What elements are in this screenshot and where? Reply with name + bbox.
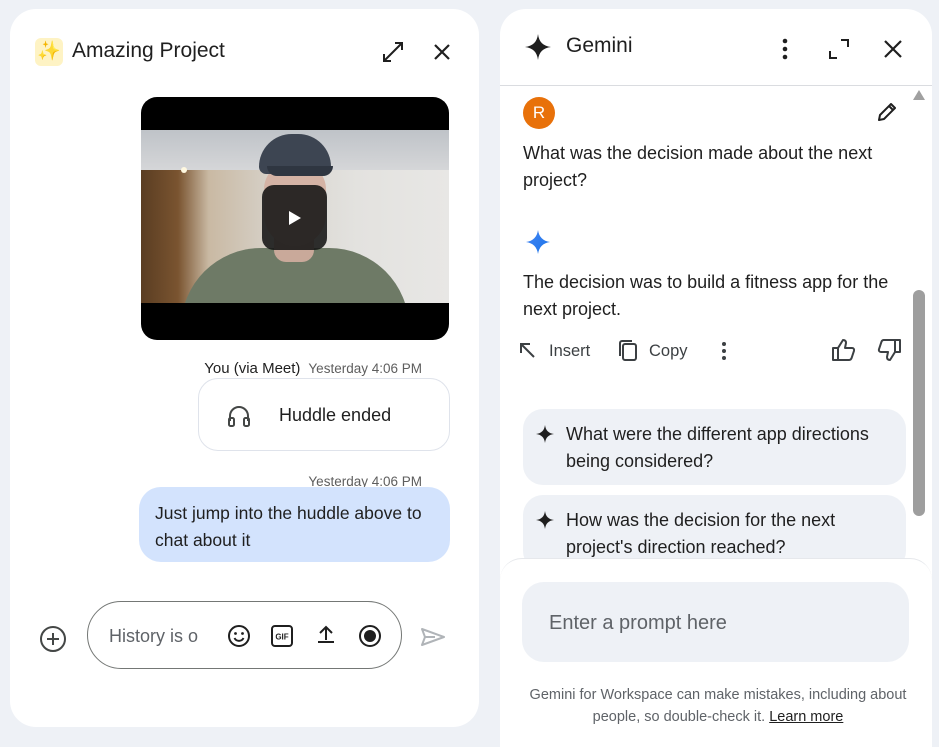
header-divider: [500, 85, 932, 86]
send-icon[interactable]: [418, 622, 448, 652]
gemini-response: The decision was to build a fitness app …: [523, 272, 889, 319]
expand-icon[interactable]: [378, 37, 408, 67]
sender-name: You (via Meet): [204, 360, 301, 377]
gif-icon[interactable]: GIF: [269, 623, 295, 649]
video-message[interactable]: [141, 97, 449, 340]
suggestion-chip[interactable]: What were the different app directions b…: [523, 409, 906, 485]
gemini-panel: Gemini R What was the decision made abou…: [500, 9, 932, 747]
record-icon[interactable]: [357, 623, 383, 649]
scroll-up-icon[interactable]: [913, 90, 925, 100]
copy-button[interactable]: Copy: [617, 337, 688, 365]
suggestion-text: How was the decision for the next projec…: [566, 510, 836, 557]
avatar: R: [523, 97, 555, 129]
copy-icon: [619, 340, 637, 361]
more-vert-icon[interactable]: [712, 337, 736, 365]
huddle-card[interactable]: Huddle ended: [198, 378, 450, 451]
prompt-area: Gemini for Workspace can make mistakes, …: [500, 558, 932, 747]
timestamp: Yesterday 4:06 PM: [308, 361, 422, 376]
user-question: What was the decision made about the nex…: [523, 143, 873, 190]
message-composer: GIF: [87, 601, 402, 669]
sender-line: You (via Meet) Yesterday 4:06 PM: [10, 360, 422, 377]
play-icon[interactable]: [262, 185, 327, 250]
gemini-sparkle-icon: [524, 33, 552, 61]
thumbs-up-icon[interactable]: [829, 336, 857, 364]
insert-icon: [520, 343, 535, 358]
scroll-thumb[interactable]: [913, 290, 925, 516]
add-icon[interactable]: [38, 624, 68, 654]
space-emoji: ✨: [35, 38, 63, 66]
prompt-box: [522, 582, 909, 662]
message-bubble: Just jump into the huddle above to chat …: [139, 487, 450, 562]
copy-label: Copy: [649, 341, 688, 360]
disclaimer: Gemini for Workspace can make mistakes, …: [520, 684, 916, 728]
chat-panel: ✨ Amazing Project You (via Meet) Yesterda…: [10, 9, 479, 727]
prompt-input[interactable]: [549, 609, 889, 637]
suggestion-text: What were the different app directions b…: [566, 424, 869, 471]
disclaimer-text: Gemini for Workspace can make mistakes, …: [529, 687, 907, 725]
svg-text:GIF: GIF: [275, 633, 288, 642]
message-input[interactable]: [109, 624, 206, 648]
emoji-icon[interactable]: [226, 623, 252, 649]
more-vert-icon[interactable]: [770, 34, 800, 64]
scrollbar[interactable]: [910, 90, 930, 570]
gemini-title: Gemini: [566, 34, 633, 57]
close-icon[interactable]: [878, 34, 908, 64]
insert-label: Insert: [549, 341, 591, 360]
expand-icon[interactable]: [824, 34, 854, 64]
edit-icon[interactable]: [874, 99, 900, 125]
upload-icon[interactable]: [313, 622, 339, 648]
sparkle-icon: [536, 511, 554, 529]
learn-more-link[interactable]: Learn more: [769, 709, 843, 725]
thumbs-down-icon[interactable]: [876, 336, 904, 364]
gemini-sparkle-icon: [524, 228, 552, 256]
space-title: Amazing Project: [72, 39, 225, 62]
insert-button[interactable]: Insert: [517, 337, 590, 365]
close-icon[interactable]: [427, 37, 457, 67]
huddle-label: Huddle ended: [279, 405, 392, 425]
headphones-icon: [226, 403, 252, 429]
sparkle-icon: [536, 425, 554, 443]
